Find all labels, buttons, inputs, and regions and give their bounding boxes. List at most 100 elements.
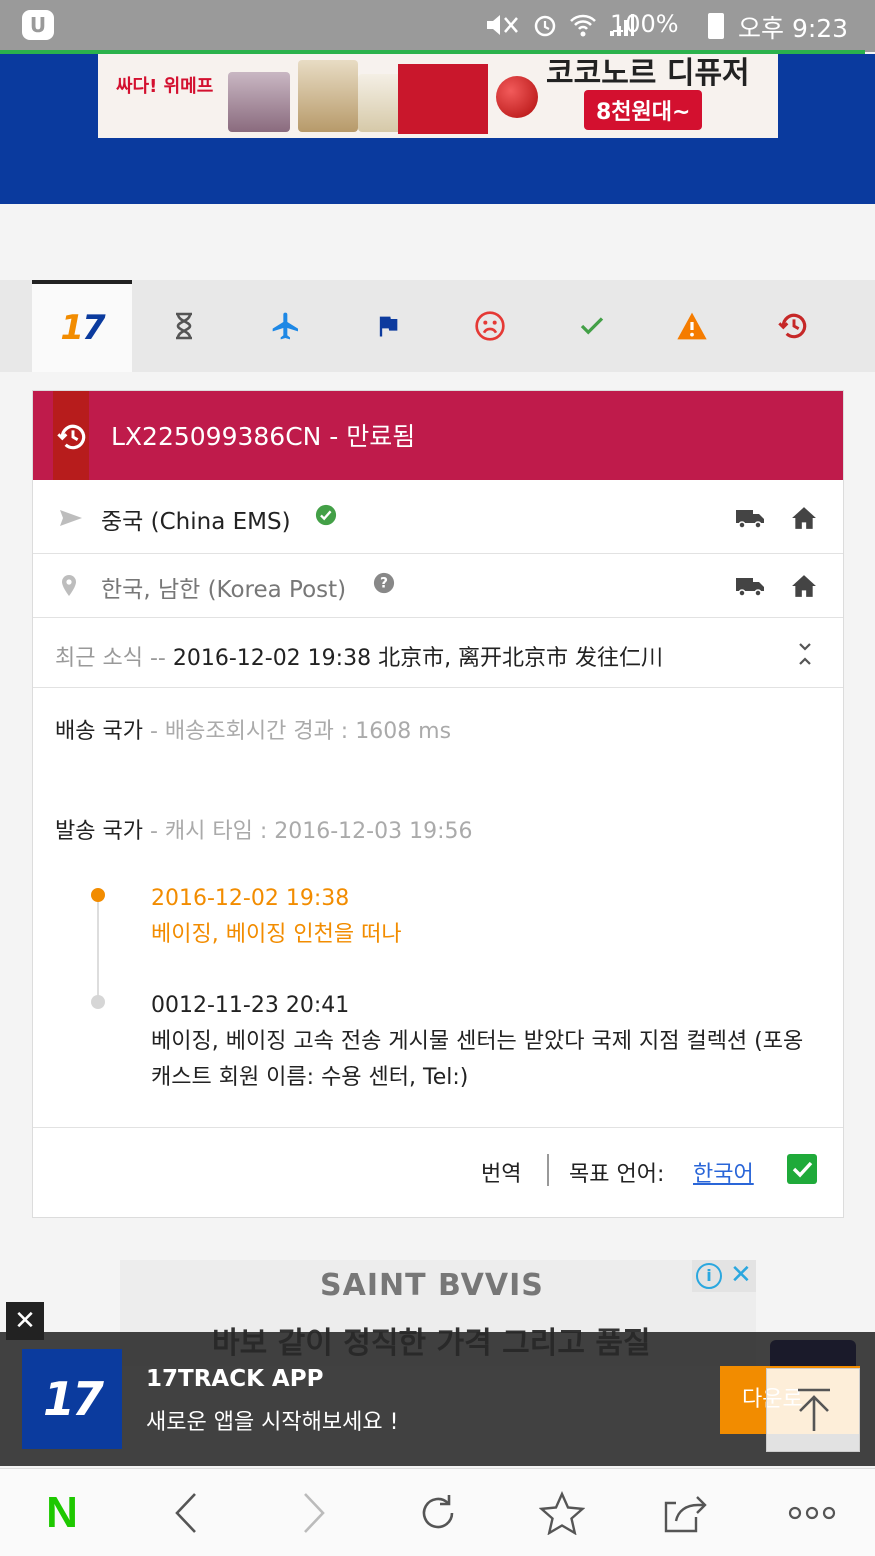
timeline-event: 2016-12-02 19:38 베이징, 베이징 인천을 떠나	[151, 881, 821, 953]
ornament-image	[496, 76, 538, 118]
17track-logo-icon: 17	[60, 308, 105, 348]
top-ad-area: 싸다! 위메프 코코노르 디퓨저 8천원대~	[0, 54, 875, 204]
history-icon	[57, 424, 86, 450]
browser-nav-bar: N	[0, 1468, 875, 1556]
ad-brand: 싸다! 위메프	[116, 76, 214, 97]
timeline-line	[97, 897, 99, 1003]
scroll-to-top-button[interactable]	[766, 1368, 860, 1452]
sending-country-label: 발송 국가	[55, 819, 143, 844]
check-icon	[792, 1161, 813, 1178]
bookmark-button[interactable]	[532, 1483, 592, 1543]
latest-news-text: 2016-12-02 19:38 北京市, 离开北京市 发往仁川	[172, 646, 664, 671]
delivery-country-line: 배송 국가 - 배송조회시간 경과 : 1608 ms	[55, 713, 451, 745]
tracking-card: LX225099386CN - 만료됨 중국 (China EMS) 한국, 남…	[32, 390, 844, 1218]
ad-headline: 코코노르 디퓨저	[546, 56, 750, 91]
naver-home-button[interactable]: N	[32, 1483, 92, 1543]
chevron-right-icon	[304, 1493, 325, 1533]
refresh-button[interactable]	[408, 1483, 468, 1543]
info-icon[interactable]: i	[696, 1263, 722, 1289]
app-subtitle: 새로운 앱을 시작해보세요 !	[146, 1410, 399, 1435]
translate-row: 번역 목표 언어: 한국어	[33, 1127, 843, 1217]
status-tabs: 17	[0, 280, 875, 372]
share-button[interactable]	[656, 1483, 716, 1543]
location-pin-icon	[62, 575, 76, 596]
help-icon: ?	[373, 572, 395, 594]
event-time: 0012-11-23 20:41	[151, 993, 350, 1018]
forward-button[interactable]	[284, 1483, 344, 1543]
truck-icon	[736, 510, 764, 529]
tab-alert[interactable]	[642, 280, 742, 372]
target-language-label: 목표 언어:	[569, 1162, 665, 1187]
battery-percent: 100%	[610, 10, 679, 38]
app-title: 17TRACK APP	[146, 1366, 324, 1392]
timeline-dot	[91, 995, 105, 1009]
tab-expired[interactable]	[744, 280, 844, 372]
collapse-icon	[799, 643, 811, 665]
close-promo-button[interactable]: ✕	[6, 1302, 44, 1340]
back-button[interactable]	[156, 1483, 216, 1543]
svg-text:?: ?	[380, 576, 388, 592]
app-logo-text: 17	[42, 1372, 104, 1426]
query-time: - 배송조회시간 경과 : 1608 ms	[142, 719, 452, 744]
target-language-link[interactable]: 한국어	[693, 1156, 754, 1188]
tracking-header[interactable]: LX225099386CN - 만료됨	[33, 391, 843, 480]
mute-icon	[487, 15, 518, 35]
destination-row: 한국, 남한 (Korea Post) ?	[33, 554, 843, 618]
battery-icon	[708, 13, 724, 39]
naver-logo-icon: N	[46, 1488, 78, 1537]
timeline-event: 0012-11-23 20:41 베이징, 베이징 고속 전송 게시물 센터는 …	[151, 988, 821, 1096]
top-ad-banner[interactable]: 싸다! 위메프 코코노르 디퓨저 8천원대~	[98, 54, 778, 138]
ad-brand: SAINT BVVIS	[320, 1268, 544, 1303]
flag-icon	[379, 316, 398, 337]
status-bar: U 100% 오후 9:23	[0, 0, 875, 52]
close-icon[interactable]: ✕	[730, 1260, 752, 1290]
tracking-number-title: LX225099386CN - 만료됨	[111, 422, 416, 451]
wifi-icon	[570, 14, 596, 37]
truck-icon	[736, 578, 764, 597]
perfume-image	[298, 60, 358, 132]
alarm-icon	[534, 15, 556, 37]
sad-face-icon	[475, 311, 505, 341]
cache-time: - 캐시 타임 : 2016-12-03 19:56	[142, 819, 473, 844]
airplane-icon	[272, 312, 298, 340]
more-icon	[788, 1506, 836, 1520]
tab-undelivered[interactable]	[440, 280, 540, 372]
clock: 오후 9:23	[738, 14, 849, 43]
adchoices[interactable]: i ✕	[692, 1260, 756, 1292]
event-description: 베이징, 베이징 인천을 떠나	[151, 922, 402, 947]
tab-delivered[interactable]	[542, 280, 642, 372]
destination-carrier: 한국, 남한 (Korea Post)	[101, 577, 347, 603]
translate-button[interactable]: 번역	[481, 1156, 521, 1188]
verified-check-icon	[315, 504, 337, 526]
check-icon	[580, 317, 604, 335]
gift-bag-image	[398, 64, 488, 134]
tab-in-transit[interactable]	[236, 280, 336, 372]
tab-not-found[interactable]	[134, 280, 234, 372]
timeline-dot	[91, 888, 105, 902]
share-icon	[664, 1496, 707, 1533]
tab-all[interactable]: 17	[32, 280, 132, 372]
home-icon	[792, 575, 816, 597]
send-icon	[60, 510, 82, 526]
latest-news-label: 최근 소식 --	[55, 646, 173, 671]
hourglass-icon	[176, 312, 192, 340]
tab-pickup[interactable]	[338, 280, 438, 372]
divider	[547, 1154, 549, 1186]
event-description: 베이징, 베이징 고속 전송 게시물 센터는 받았다 국제 지점 컬렉션 (포옹…	[151, 1029, 804, 1090]
origin-carrier: 중국 (China EMS)	[101, 509, 291, 535]
uplus-icon: U	[22, 10, 54, 40]
arrow-up-icon	[798, 1388, 830, 1431]
app-promo-bar: 17 17TRACK APP 새로운 앱을 시작해보세요 ! 다운로	[0, 1332, 875, 1466]
ad-price: 8천원대~	[584, 90, 703, 130]
delivery-country-label: 배송 국가	[55, 719, 143, 744]
latest-news: 최근 소식 -- 2016-12-02 19:38 北京市, 离开北京市 发往仁…	[55, 640, 663, 672]
translate-checkbox[interactable]	[787, 1154, 817, 1184]
latest-news-row[interactable]: 최근 소식 -- 2016-12-02 19:38 北京市, 离开北京市 发往仁…	[33, 618, 843, 688]
chevron-left-icon	[175, 1493, 196, 1533]
refresh-icon	[422, 1495, 454, 1529]
app-logo: 17	[22, 1349, 122, 1449]
more-button[interactable]	[782, 1483, 842, 1543]
star-icon	[539, 1491, 585, 1535]
perfume-image	[228, 72, 290, 132]
history-icon	[778, 313, 807, 339]
